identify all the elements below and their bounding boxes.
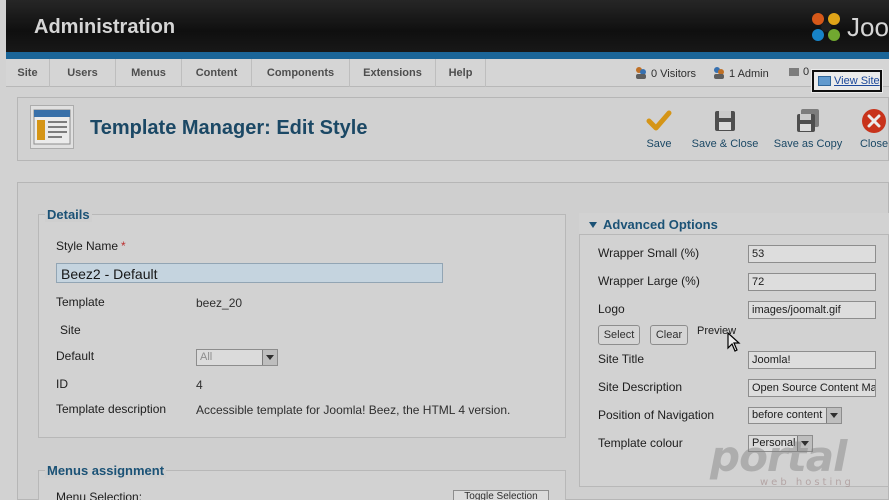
template-value: beez_20 (196, 296, 243, 310)
chevron-down-icon (826, 408, 841, 423)
default-label: Default (56, 349, 95, 363)
chevron-down-icon (262, 350, 277, 365)
toolbar: Template Manager: Edit Style Save Save &… (17, 97, 889, 161)
page-title: Template Manager: Edit Style (90, 117, 368, 139)
nav-position-label: Position of Navigation (598, 408, 715, 422)
check-icon (646, 110, 672, 131)
logo-label: Logo (598, 302, 625, 316)
collapse-arrow-icon (589, 222, 597, 228)
visitors-icon (636, 67, 646, 79)
default-select[interactable]: All (196, 349, 278, 366)
template-colour-label: Template colour (598, 436, 683, 450)
site-description-label: Site Description (598, 380, 683, 394)
nav-position-select[interactable]: before content (748, 407, 842, 424)
mouse-cursor-icon (727, 332, 741, 352)
watermark-logo: portal (710, 432, 847, 481)
template-description-label: Template description (56, 402, 167, 416)
admin-users-icon (714, 67, 724, 79)
watermark-subtitle: web hosting (760, 477, 854, 488)
template-manager-icon (30, 105, 74, 149)
menu-extensions[interactable]: Extensions (350, 59, 436, 87)
menu-help[interactable]: Help (436, 59, 486, 87)
messages-text: 0 (803, 66, 810, 78)
close-circle-icon (862, 109, 886, 133)
advanced-options-title: Advanced Options (603, 217, 718, 232)
view-site-link[interactable]: View Site (812, 70, 882, 92)
nav-position-value: before content (752, 409, 823, 421)
details-legend: Details (45, 207, 92, 222)
menu-content[interactable]: Content (182, 59, 252, 87)
save-disk-icon (715, 111, 735, 131)
style-name-label: Style Name * (56, 239, 126, 253)
id-label: ID (56, 377, 68, 391)
wrapper-small-label: Wrapper Small (%) (598, 246, 700, 260)
id-value: 4 (196, 378, 203, 392)
save-label: Save (646, 138, 672, 150)
menu-users[interactable]: Users (50, 59, 116, 87)
site-label: Site (60, 323, 81, 337)
toggle-selection-button[interactable]: Toggle Selection (453, 490, 549, 500)
default-select-value: All (200, 351, 213, 363)
joomla-logo[interactable]: Joo (809, 10, 889, 44)
wrapper-large-label: Wrapper Large (%) (598, 274, 700, 288)
joomla-logo-icon (812, 13, 840, 41)
required-mark: * (121, 239, 126, 253)
monitor-icon (818, 76, 831, 86)
site-description-input[interactable]: Open Source Content Man (748, 379, 876, 397)
site-title-label: Site Title (598, 352, 645, 366)
copy-disk-icon (797, 109, 819, 132)
save-close-button[interactable]: Save & Close (691, 108, 759, 150)
save-copy-button[interactable]: Save as Copy (773, 108, 843, 150)
visitors-text: 0 Visitors (651, 68, 697, 80)
save-close-label: Save & Close (691, 138, 759, 150)
save-copy-label: Save as Copy (773, 138, 843, 150)
wrapper-small-input[interactable]: 53 (748, 245, 876, 263)
view-site-label: View Site (834, 75, 880, 87)
wrapper-large-input[interactable]: 72 (748, 273, 876, 291)
menu-site[interactable]: Site (6, 59, 50, 87)
visitors-status: 0 Visitors (634, 66, 696, 80)
logo-clear-button[interactable]: Clear (650, 325, 688, 345)
menu-menus[interactable]: Menus (116, 59, 182, 87)
main-menu-bar: Site Users Menus Content Components Exte… (6, 59, 889, 87)
logo-input[interactable]: images/joomalt.gif (748, 301, 876, 319)
save-button[interactable]: Save (644, 108, 674, 150)
messages-status: 0 (788, 66, 809, 78)
menu-selection-label: Menu Selection: (56, 490, 143, 500)
template-description-value: Accessible template for Joomla! Beez, th… (196, 403, 511, 417)
advanced-options-header[interactable]: Advanced Options (579, 213, 889, 235)
header-accent-bar (6, 52, 889, 59)
site-title-input[interactable]: Joomla! (748, 351, 876, 369)
header-title: Administration (34, 16, 176, 38)
style-name-input[interactable]: Beez2 - Default (56, 263, 443, 283)
logo-text: Joo (847, 12, 889, 42)
close-label: Close (859, 138, 889, 150)
admins-status: 1 Admin (712, 66, 769, 80)
messages-icon (789, 68, 799, 76)
template-label: Template (56, 295, 105, 309)
menu-components[interactable]: Components (252, 59, 350, 87)
admins-text: 1 Admin (729, 68, 769, 80)
close-button[interactable]: Close (858, 108, 889, 150)
menus-assignment-legend: Menus assignment (45, 463, 167, 478)
logo-select-button[interactable]: Select (598, 325, 640, 345)
admin-header: Administration Joo (6, 0, 889, 52)
